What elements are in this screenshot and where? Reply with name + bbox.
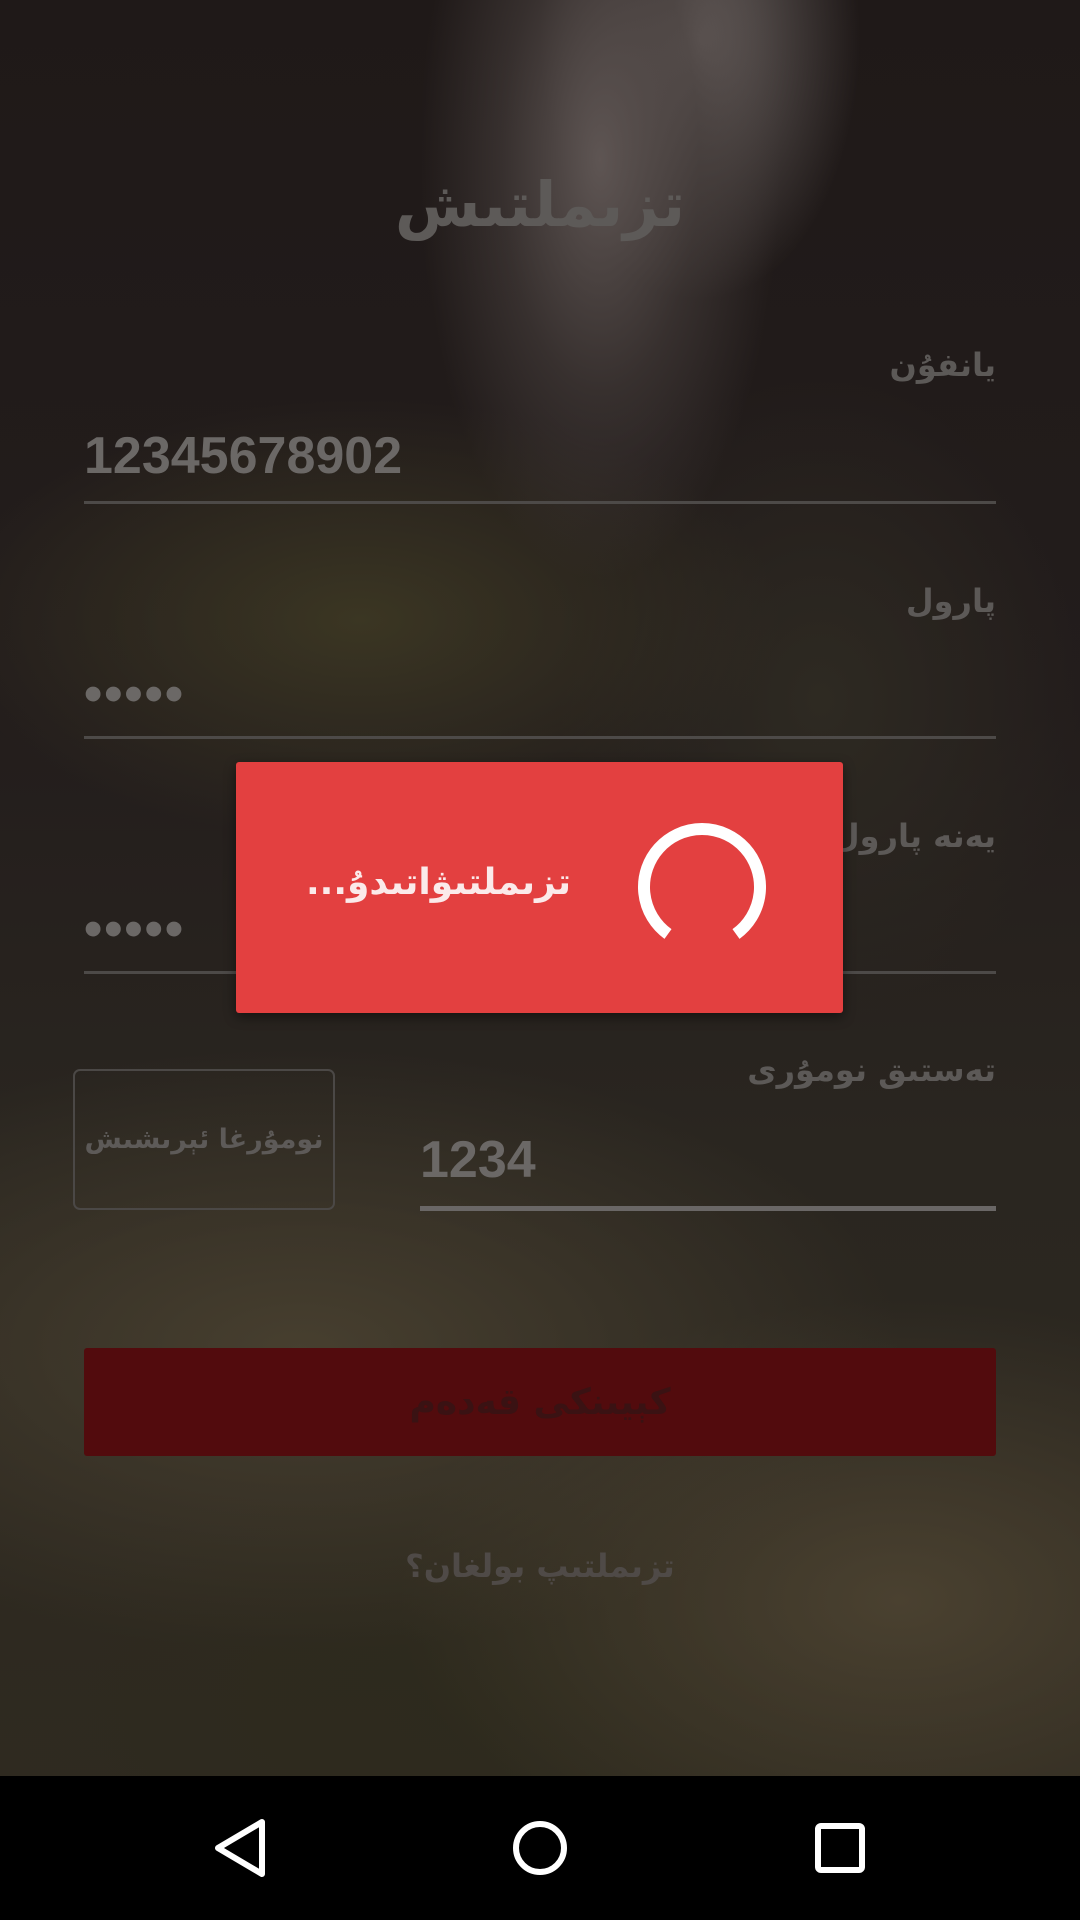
confirm-password-label: يەنە پارول <box>831 817 996 855</box>
loading-dialog: تزىملتىۋاتىدۇ... <box>236 762 843 1013</box>
home-button[interactable] <box>490 1798 590 1898</box>
next-step-button[interactable]: كېيىنكى قەدەم <box>84 1348 996 1456</box>
already-registered-link[interactable]: تزىملتىپ بولغان؟ <box>0 1547 1080 1585</box>
password-input[interactable]: ••••• <box>84 664 185 724</box>
recents-button[interactable] <box>790 1798 890 1898</box>
loading-message: تزىملتىۋاتىدۇ... <box>306 862 571 903</box>
back-button[interactable] <box>190 1798 290 1898</box>
recents-square-icon <box>815 1823 865 1873</box>
confirm-password-input[interactable]: ••••• <box>84 899 185 959</box>
password-underline <box>84 736 996 739</box>
get-code-button[interactable]: نومۇرغا ئېرىشىش <box>73 1069 335 1210</box>
loading-spinner-icon <box>638 823 766 939</box>
navigation-bar <box>0 1776 1080 1920</box>
code-underline <box>420 1206 996 1211</box>
code-label: تەستىق نومۇرى <box>747 1051 996 1089</box>
screen: تزىملتىش يانفوُن 12345678902 پارول •••••… <box>0 0 1080 1920</box>
phone-input[interactable]: 12345678902 <box>84 426 402 486</box>
home-circle-icon <box>513 1821 567 1875</box>
code-input[interactable]: 1234 <box>420 1130 536 1190</box>
phone-label: يانفوُن <box>889 346 996 384</box>
page-title: تزىملتىش <box>394 168 686 241</box>
back-triangle-icon <box>215 1819 265 1877</box>
phone-underline <box>84 501 996 504</box>
password-label: پارول <box>905 582 996 620</box>
